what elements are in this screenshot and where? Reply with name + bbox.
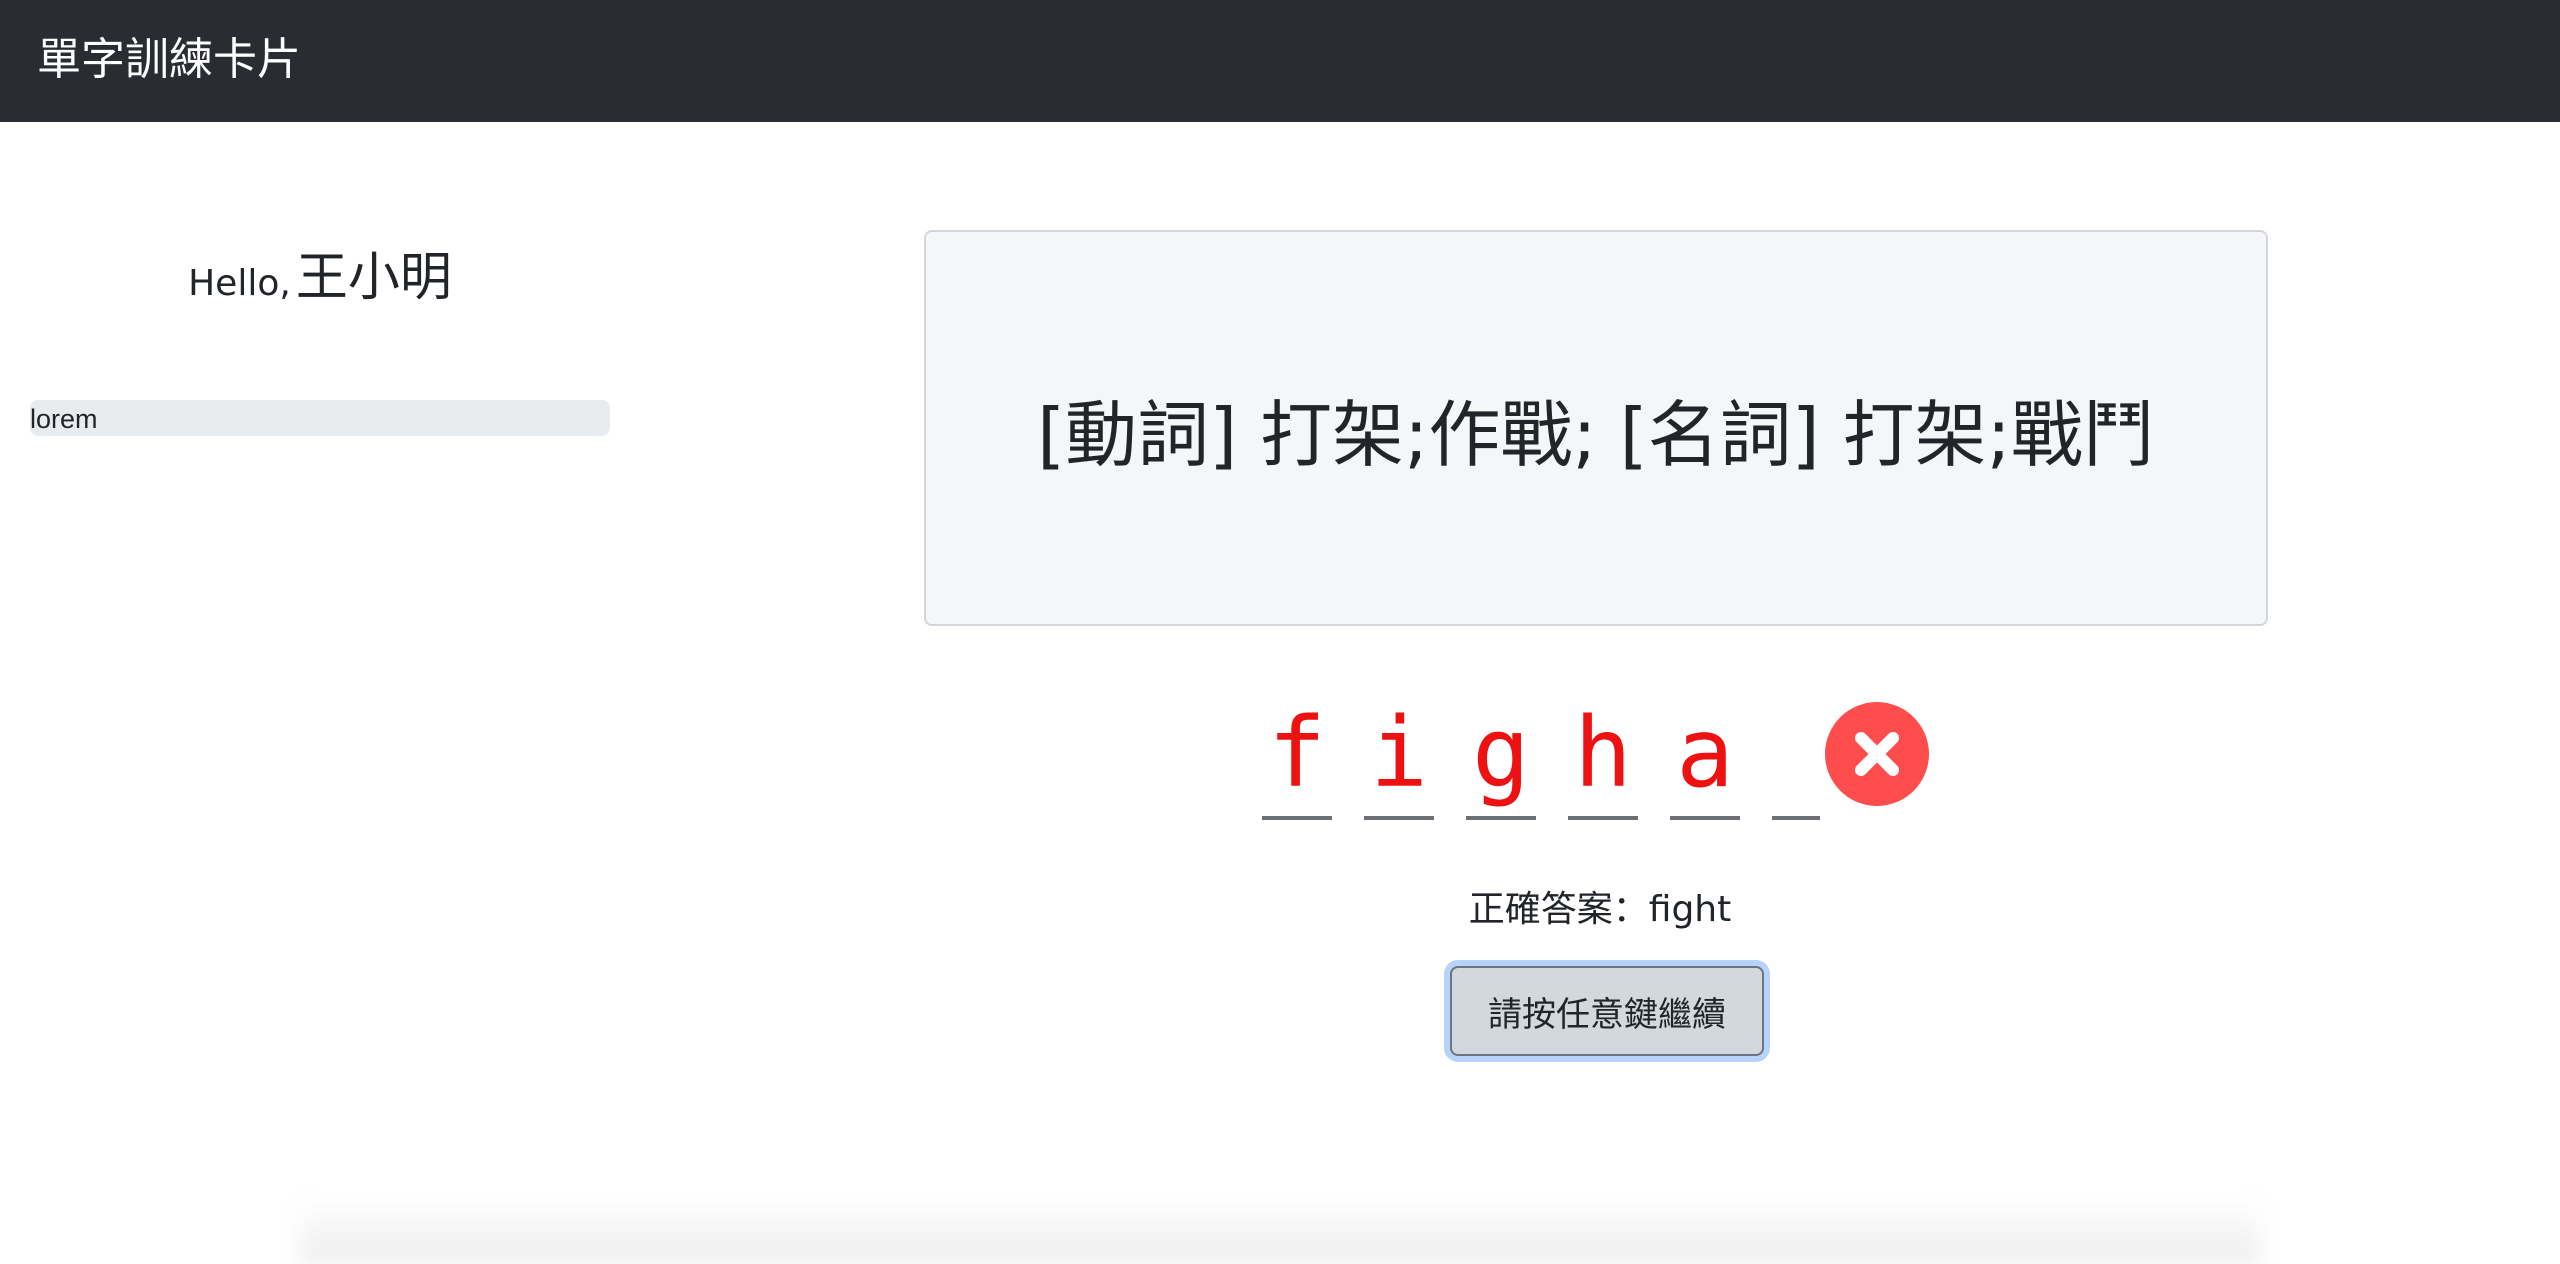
continue-button[interactable]: 請按任意鍵繼續	[1450, 966, 1764, 1056]
letter-slot[interactable]: i	[1364, 690, 1434, 820]
greeting-hello: Hello,	[188, 263, 291, 304]
user-name: 王小明	[295, 248, 452, 308]
letter-slot[interactable]: h	[1568, 690, 1638, 820]
letter-slot[interactable]: f	[1262, 690, 1332, 820]
greeting: Hello, 王小明	[30, 235, 610, 310]
bottom-shadow	[300, 1200, 2260, 1264]
x-circle-icon	[1825, 702, 1929, 806]
brand-title[interactable]: 單字訓練卡片	[37, 30, 301, 90]
progress-bar: lorem	[30, 400, 610, 436]
letter-slot[interactable]: a	[1670, 690, 1740, 820]
definition-card: [動詞] 打架;作戰; [名詞] 打架;戰鬥	[924, 230, 2268, 626]
correct-answer: 正確答案：fight	[1468, 889, 1732, 930]
progress-label: lorem	[30, 404, 98, 434]
word-definition: [動詞] 打架;作戰; [名詞] 打架;戰鬥	[1037, 392, 2155, 477]
letter-slot[interactable]: g	[1466, 690, 1536, 820]
navbar: 單字訓練卡片	[0, 0, 2560, 122]
letter-slot[interactable]	[1772, 690, 1820, 820]
